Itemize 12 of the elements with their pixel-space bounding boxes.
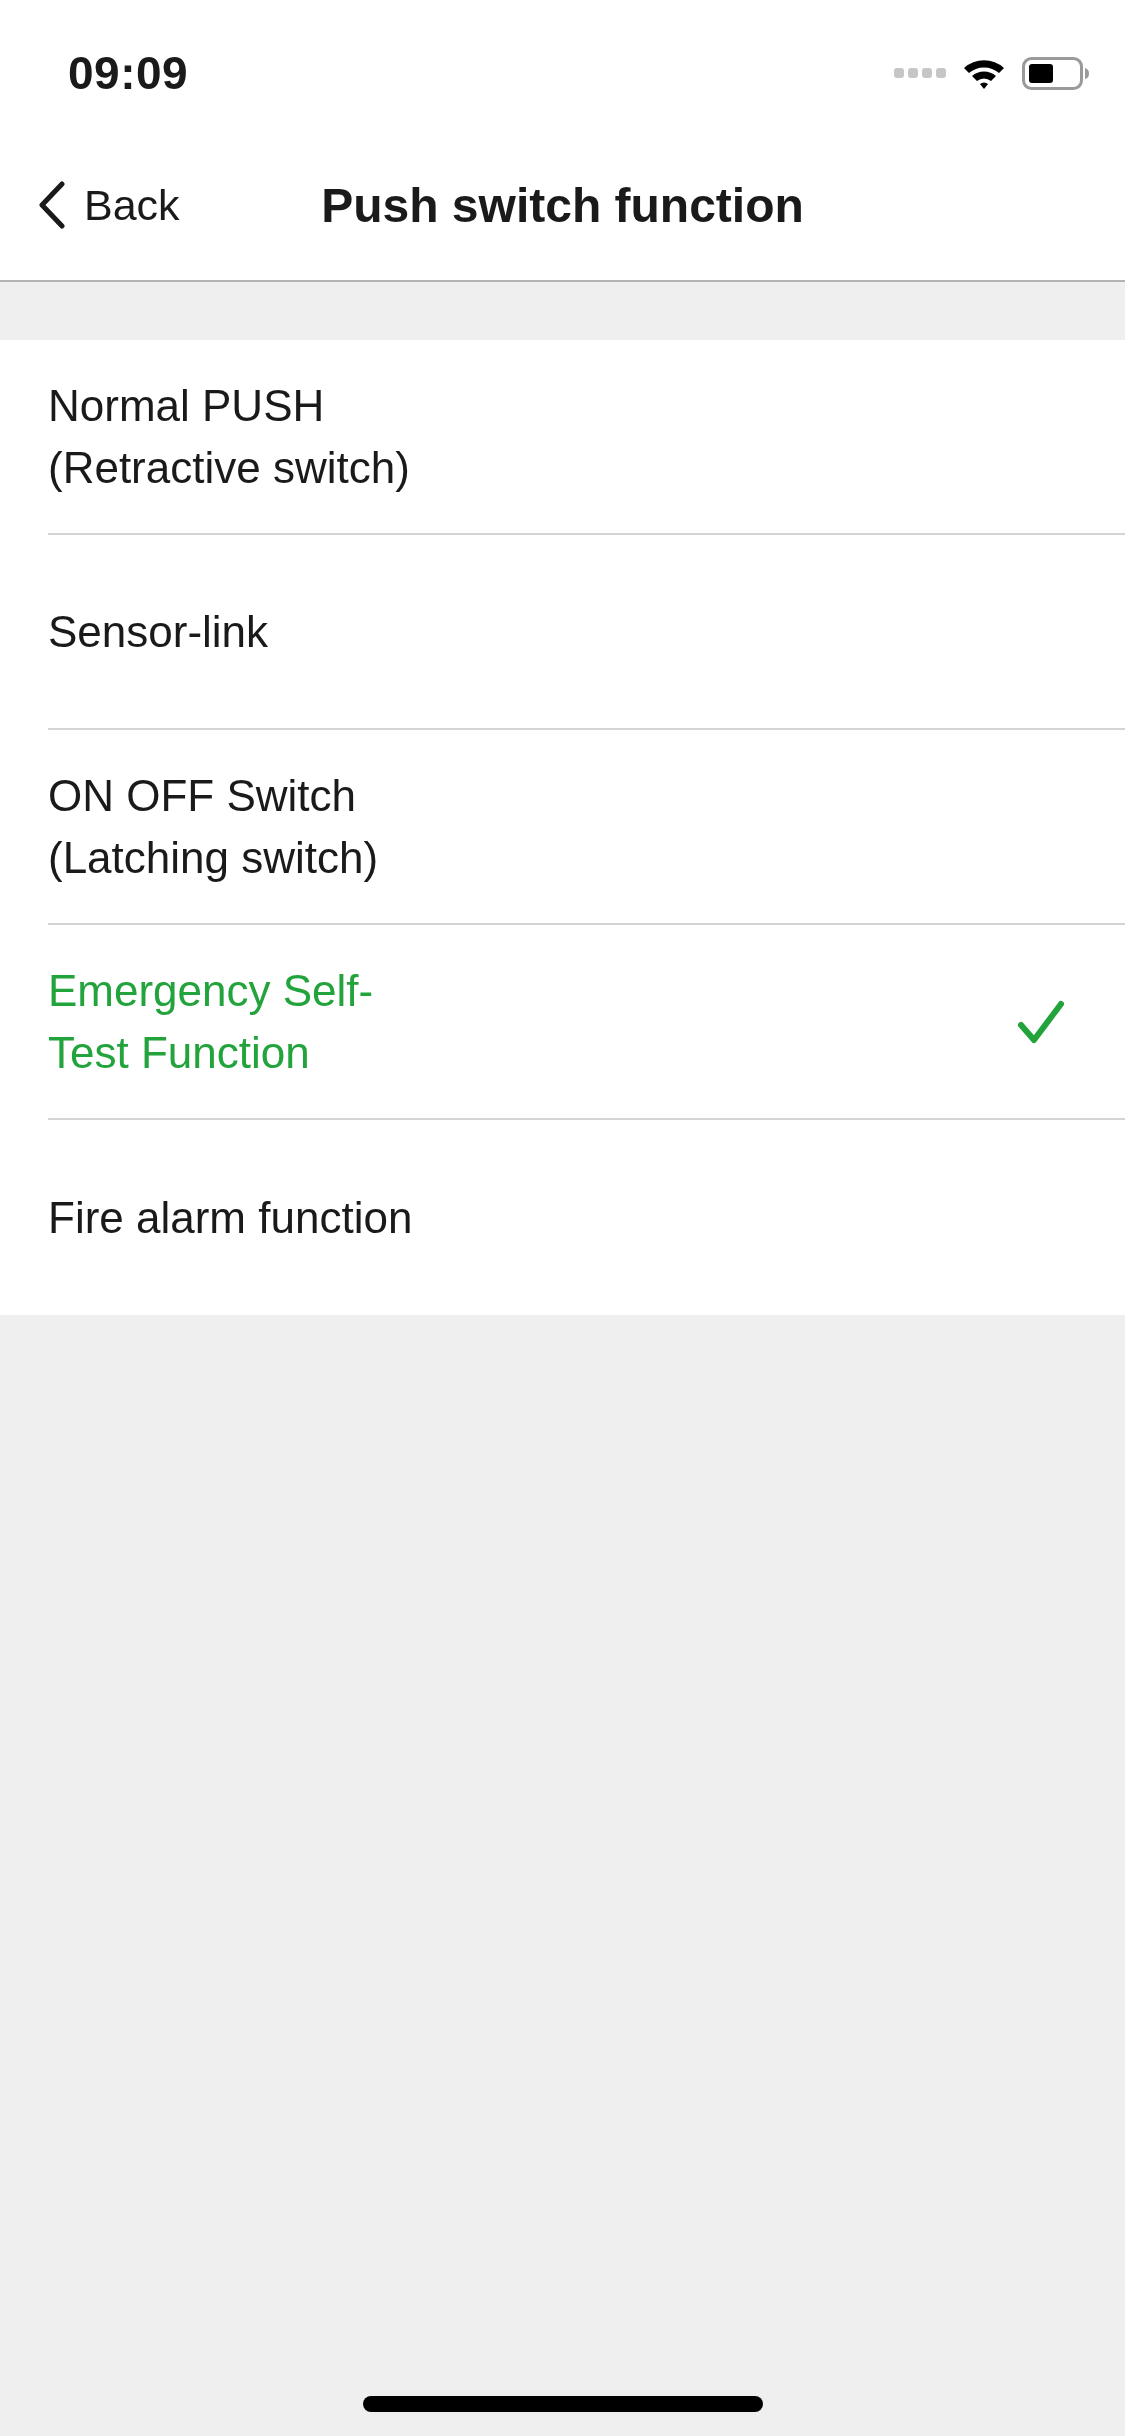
chevron-left-icon xyxy=(38,181,66,229)
signal-dots-icon xyxy=(894,68,946,78)
checkmark-icon xyxy=(1017,998,1065,1045)
option-item[interactable]: Fire alarm function xyxy=(48,1120,1125,1315)
option-item[interactable]: ON OFF Switch (Latching switch) xyxy=(48,730,1125,925)
status-time: 09:09 xyxy=(68,46,189,100)
screen-title: Push switch function xyxy=(321,177,804,233)
option-item[interactable]: Normal PUSH (Retractive switch) xyxy=(48,340,1125,535)
option-item[interactable]: Sensor-link xyxy=(48,535,1125,730)
back-button[interactable]: Back xyxy=(38,180,180,230)
battery-icon xyxy=(1022,56,1090,90)
home-indicator[interactable] xyxy=(362,2396,763,2412)
